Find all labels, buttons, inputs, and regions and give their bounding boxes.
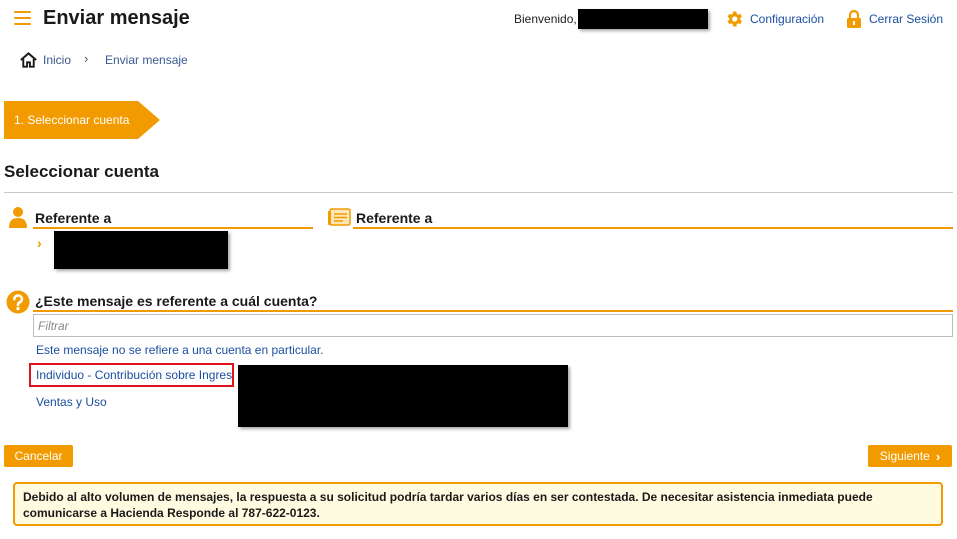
filter-input[interactable]	[33, 314, 953, 337]
divider	[33, 310, 953, 312]
referente-left-label: Referente a	[35, 210, 112, 226]
chevron-right-icon: ›	[37, 235, 42, 251]
breadcrumb-current: Enviar mensaje	[105, 53, 188, 67]
option-no-account[interactable]: Este mensaje no se refiere a una cuenta …	[36, 343, 324, 357]
next-button-label: Siguiente	[879, 449, 930, 463]
gear-icon[interactable]	[724, 9, 744, 29]
page-title: Enviar mensaje	[43, 7, 190, 29]
document-icon	[328, 208, 351, 226]
cancel-button[interactable]: Cancelar	[4, 445, 73, 467]
logout-link[interactable]: Cerrar Sesión	[869, 12, 943, 26]
redacted-referente	[54, 231, 228, 269]
breadcrumb-home[interactable]: Inicio	[43, 53, 71, 67]
divider	[353, 227, 953, 229]
menu-icon[interactable]	[14, 11, 31, 25]
chevron-right-icon: ›	[935, 448, 941, 464]
divider	[33, 227, 313, 229]
redacted-username	[578, 9, 708, 29]
lock-icon[interactable]	[846, 9, 862, 29]
step-select-account: 1. Seleccionar cuenta	[4, 101, 160, 139]
option-ventas-uso[interactable]: Ventas y Uso	[36, 395, 107, 409]
question-icon	[6, 290, 30, 314]
home-icon[interactable]	[19, 51, 38, 69]
question-label: ¿Este mensaje es referente a cuál cuenta…	[35, 293, 318, 309]
redacted-account-numbers	[238, 365, 568, 427]
notice-banner: Debido al alto volumen de mensajes, la r…	[13, 482, 943, 526]
section-title: Seleccionar cuenta	[4, 162, 159, 181]
welcome-text: Bienvenido,	[514, 12, 577, 26]
person-icon	[9, 207, 27, 228]
settings-link[interactable]: Configuración	[750, 12, 824, 26]
divider	[4, 192, 953, 193]
option-individuo[interactable]: Individuo - Contribución sobre Ingresos	[29, 363, 234, 387]
next-button[interactable]: Siguiente ›	[868, 445, 952, 467]
referente-right-label: Referente a	[356, 210, 433, 226]
breadcrumb-separator: ›	[84, 51, 89, 66]
